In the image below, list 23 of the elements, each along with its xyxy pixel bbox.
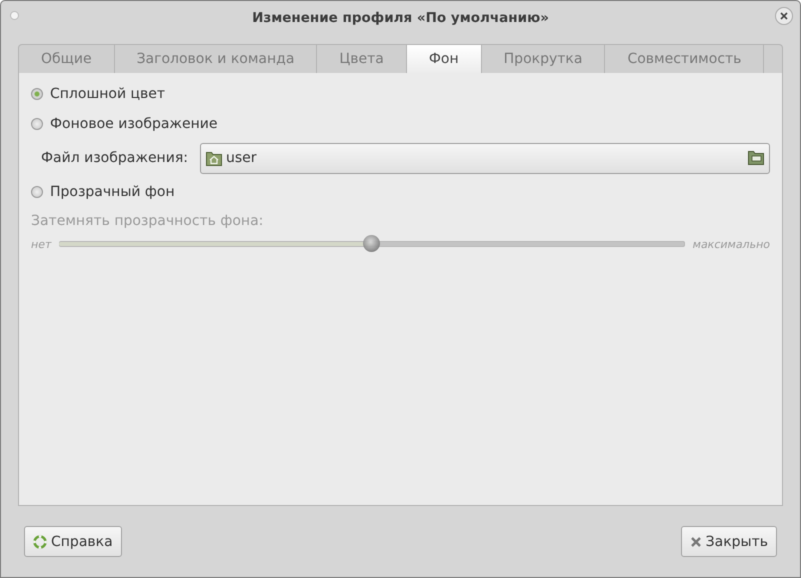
close-icon [690, 536, 702, 548]
slider-min-label: нет [31, 238, 52, 250]
close-button[interactable]: Закрыть [680, 526, 777, 557]
tab[interactable]: Фон [406, 44, 482, 73]
lifebuoy-icon [33, 534, 47, 548]
file-chooser-button[interactable]: user [200, 142, 770, 174]
slider-label: Затемнять прозрачность фона: [31, 213, 264, 229]
radio-label[interactable]: Фоновое изображение [50, 116, 218, 132]
close-icon [779, 11, 789, 21]
slider-track[interactable] [59, 235, 685, 253]
radio-button[interactable] [31, 186, 43, 198]
window-menu-icon[interactable] [10, 11, 19, 20]
help-button[interactable]: Справка [24, 526, 122, 557]
radio-button[interactable] [31, 118, 43, 130]
radio-button[interactable] [31, 88, 43, 100]
radio-label[interactable]: Прозрачный фон [50, 184, 175, 200]
slider-max-label: максимально [692, 238, 770, 250]
close-button[interactable] [775, 7, 793, 25]
radio-label[interactable]: Сплошной цвет [50, 86, 166, 102]
field-label: Файл изображения: [41, 150, 188, 166]
window-title: Изменение профиля «По умолчанию» [252, 10, 549, 26]
home-folder-icon [206, 150, 222, 166]
folder-icon [748, 151, 764, 165]
